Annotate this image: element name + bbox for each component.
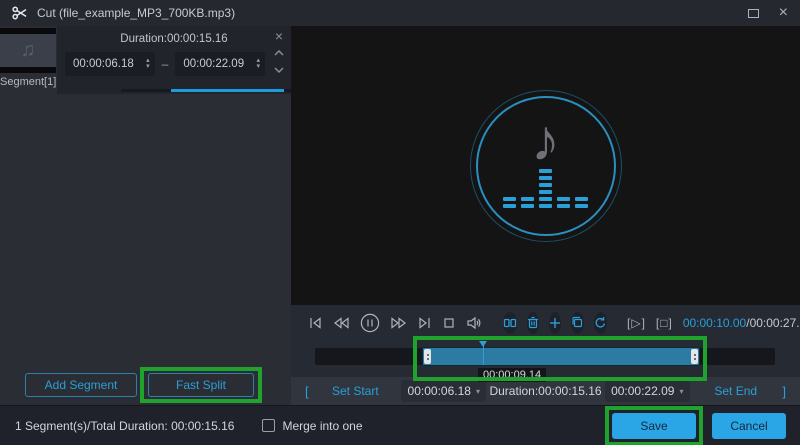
cut-dialog: Cut (file_example_MP3_700KB.mp3) × ♫ Seg…	[0, 0, 800, 445]
segment-controls: ×	[274, 30, 284, 76]
timeline-selection[interactable]	[422, 347, 700, 366]
start-spinner[interactable]: ▴ ▾	[146, 58, 150, 70]
trim-start-value: 00:00:06.18	[408, 384, 471, 398]
music-note-icon: ♪	[531, 112, 560, 170]
status-bar: 1 Segment(s)/Total Duration: 00:00:15.16…	[0, 405, 800, 445]
stop-icon[interactable]	[442, 316, 456, 330]
save-button[interactable]: Save	[612, 413, 696, 439]
trim-end-input[interactable]: 00:00:22.09 ▾	[605, 380, 690, 402]
total-time: /00:00:27.06	[746, 316, 800, 330]
skip-end-icon[interactable]	[417, 316, 432, 330]
title-bar: Cut (file_example_MP3_700KB.mp3) ×	[0, 0, 800, 26]
segment-start-input[interactable]: 00:00:06.18 ▴ ▾	[65, 52, 155, 76]
transport-bar: [▷] [□] 00:00:10.00/00:00:27.06	[291, 305, 800, 340]
pause-icon[interactable]	[360, 313, 380, 333]
move-down-icon[interactable]	[274, 62, 284, 76]
spin-down-icon[interactable]: ▾	[679, 387, 683, 396]
maximize-icon[interactable]	[748, 9, 759, 18]
fast-split-button[interactable]: Fast Split	[148, 373, 254, 397]
reset-icon[interactable]	[594, 312, 607, 334]
selection-end-handle[interactable]	[691, 349, 698, 364]
music-note-icon: ♫	[21, 39, 36, 62]
audio-placeholder-circle: ♪	[470, 90, 622, 242]
start-bracket-icon[interactable]: [	[301, 384, 313, 399]
segment-end-input[interactable]: 00:00:22.09 ▴ ▾	[175, 52, 265, 76]
stop-segment-icon[interactable]: [□]	[656, 316, 673, 330]
trim-duration: Duration:00:00:15.16	[489, 380, 601, 402]
trash-icon[interactable]	[527, 312, 539, 334]
window-controls: ×	[748, 5, 788, 21]
selection-start-handle[interactable]	[424, 349, 431, 364]
spin-down-icon[interactable]: ▾	[146, 64, 150, 70]
segment-range-fill	[171, 89, 284, 92]
timeline-track[interactable]	[315, 348, 775, 365]
segment-panel: ♫ Segment[1] Duration:00:00:15.16 00:00:…	[0, 26, 291, 405]
time-display: 00:00:10.00/00:00:27.06	[683, 316, 800, 330]
scissors-icon	[12, 6, 28, 20]
set-end-button[interactable]: Set End	[693, 380, 778, 402]
segment-start-value: 00:00:06.18	[73, 58, 134, 70]
trim-start-input[interactable]: 00:00:06.18 ▾	[401, 380, 486, 402]
close-icon[interactable]: ×	[779, 5, 788, 21]
end-bracket-icon[interactable]: ]	[778, 384, 790, 399]
play-segment-icon[interactable]: [▷]	[627, 316, 646, 330]
current-time: 00:00:10.00	[683, 316, 746, 330]
fast-forward-icon[interactable]	[390, 316, 407, 330]
audio-placeholder-inner: ♪	[476, 96, 616, 236]
segments-summary: 1 Segment(s)/Total Duration: 00:00:15.16	[15, 419, 234, 433]
playhead-tooltip: 00:00:09.14	[478, 368, 546, 382]
skip-start-icon[interactable]	[308, 316, 323, 330]
rewind-icon[interactable]	[333, 316, 350, 330]
end-spinner[interactable]: ▴ ▾	[256, 58, 260, 70]
set-start-button[interactable]: Set Start	[313, 380, 398, 402]
cancel-button[interactable]: Cancel	[712, 413, 786, 439]
timeline-row: 00:00:09.14	[291, 340, 800, 377]
segment-editor: Duration:00:00:15.16 00:00:06.18 ▴ ▾ – 0…	[57, 26, 291, 94]
add-segment-button[interactable]: Add Segment	[25, 373, 137, 397]
annotation-box-save: Save	[605, 406, 703, 445]
merge-into-one-checkbox[interactable]: Merge into one	[262, 419, 362, 433]
segment-thumbnail[interactable]: ♫	[0, 28, 56, 73]
annotation-box-fast-split: Fast Split	[140, 367, 262, 403]
segment-name: Segment[1]	[0, 76, 56, 88]
window-title: Cut (file_example_MP3_700KB.mp3)	[37, 6, 235, 20]
split-icon[interactable]	[503, 312, 517, 334]
range-dash: –	[162, 57, 169, 71]
move-up-icon[interactable]	[274, 45, 284, 59]
preview-pane: ♪	[291, 26, 800, 405]
segment-end-value: 00:00:22.09	[183, 58, 244, 70]
delete-segment-icon[interactable]: ×	[275, 30, 283, 42]
equalizer-icon	[503, 168, 588, 208]
add-segment-icon[interactable]	[549, 312, 561, 334]
spin-down-icon[interactable]: ▾	[476, 387, 480, 396]
checkbox-icon[interactable]	[262, 419, 275, 432]
trim-end-value: 00:00:22.09	[611, 384, 674, 398]
volume-icon[interactable]	[466, 316, 483, 330]
segment-duration: Duration:00:00:15.16	[57, 26, 291, 45]
preview-area: ♪	[291, 26, 800, 305]
copy-icon[interactable]	[571, 312, 584, 334]
spin-down-icon[interactable]: ▾	[256, 64, 260, 70]
playhead-marker[interactable]	[483, 341, 484, 365]
